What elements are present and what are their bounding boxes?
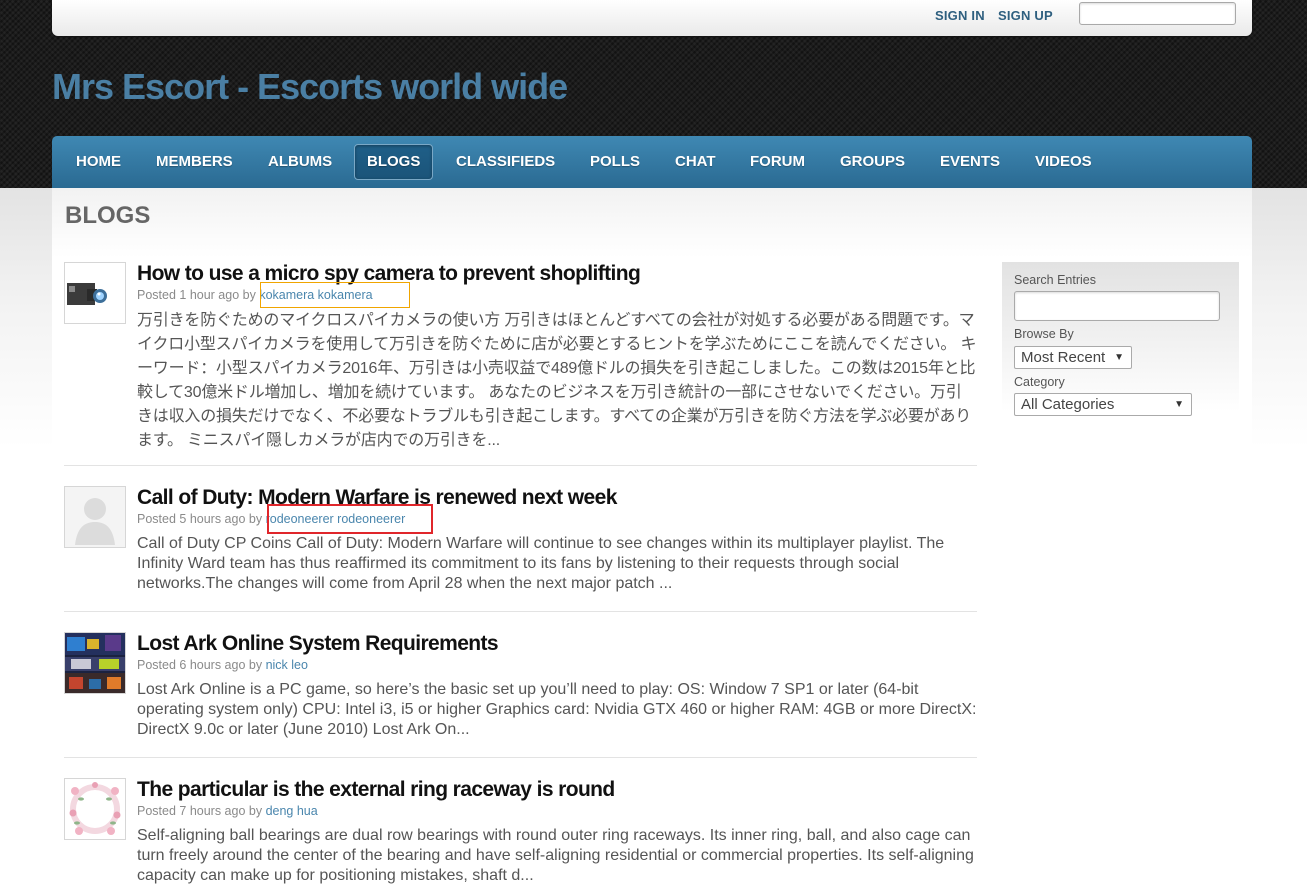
page-title: BLOGS: [65, 202, 151, 229]
blog-post: The particular is the external ring race…: [64, 778, 977, 885]
blog-search-sidebar: Search Entries Browse By Most Recent ▼ C…: [1002, 262, 1239, 416]
top-bar: SIGN IN SIGN UP: [52, 0, 1252, 36]
post-excerpt: Lost Ark Online is a PC game, so here’s …: [137, 681, 977, 738]
browse-by-label: Browse By: [1014, 327, 1074, 341]
nav-item-videos[interactable]: VIDEOS: [1023, 144, 1104, 180]
post-date: Posted 6 hours ago by: [137, 658, 263, 672]
camera-image: [65, 263, 125, 323]
dropdown-caret-icon: ▼: [1114, 352, 1124, 363]
post-title[interactable]: The particular is the external ring race…: [137, 778, 615, 802]
nav-item-blogs[interactable]: BLOGS: [354, 144, 434, 180]
post-meta: Posted 7 hours ago by deng hua: [137, 804, 318, 818]
post-excerpt: 万引きを防ぐためのマイクロスパイカメラの使い方 万引きはほとんどすべての会社が対…: [137, 312, 977, 449]
category-label: Category: [1014, 375, 1065, 389]
post-meta: Posted 1 hour ago by kokamera kokamera: [137, 288, 373, 302]
post-divider: [64, 465, 977, 466]
nav-item-events[interactable]: EVENTS: [928, 144, 1012, 180]
main-nav: HOME MEMBERS ALBUMS BLOGS CLASSIFIEDS PO…: [52, 136, 1252, 188]
post-author-link[interactable]: nick leo: [266, 658, 308, 672]
nav-item-home[interactable]: HOME: [64, 144, 133, 180]
post-author-link[interactable]: kokamera kokamera: [259, 288, 372, 302]
avatar-placeholder-icon: [65, 487, 125, 547]
header-search-input[interactable]: [1079, 2, 1236, 25]
browse-by-select[interactable]: Most Recent ▼: [1014, 346, 1132, 369]
post-excerpt: Call of Duty CP Coins Call of Duty: Mode…: [137, 535, 945, 592]
post-divider: [64, 611, 977, 612]
category-value: All Categories: [1021, 396, 1115, 413]
site-title[interactable]: Mrs Escort - Escorts world wide: [52, 66, 568, 108]
game-art-thumbnail[interactable]: [64, 632, 126, 694]
nav-item-albums[interactable]: ALBUMS: [256, 144, 344, 180]
dropdown-caret-icon: ▼: [1174, 399, 1184, 410]
nav-item-members[interactable]: MEMBERS: [144, 144, 245, 180]
post-title[interactable]: How to use a micro spy camera to prevent…: [137, 262, 641, 286]
game-art-image: [65, 633, 125, 693]
blog-post: Call of Duty: Modern Warfare is renewed …: [64, 486, 977, 596]
floral-wreath-image: [65, 779, 125, 839]
category-select[interactable]: All Categories ▼: [1014, 393, 1192, 416]
nav-item-groups[interactable]: GROUPS: [828, 144, 917, 180]
nav-item-polls[interactable]: POLLS: [578, 144, 652, 180]
post-date: Posted 1 hour ago by: [137, 288, 256, 302]
search-entries-label: Search Entries: [1014, 273, 1096, 287]
post-excerpt: Self-aligning ball bearings are dual row…: [137, 827, 974, 884]
post-title[interactable]: Lost Ark Online System Requirements: [137, 632, 499, 656]
post-author-link[interactable]: rodeoneerer rodeoneerer: [266, 512, 406, 526]
post-divider: [64, 757, 977, 758]
blog-post: How to use a micro spy camera to prevent…: [64, 262, 977, 452]
nav-item-forum[interactable]: FORUM: [738, 144, 817, 180]
nav-item-chat[interactable]: CHAT: [663, 144, 728, 180]
post-meta: Posted 6 hours ago by nick leo: [137, 658, 308, 672]
search-entries-input[interactable]: [1014, 291, 1220, 321]
sign-up-link[interactable]: SIGN UP: [998, 8, 1053, 23]
post-meta: Posted 5 hours ago by rodeoneerer rodeon…: [137, 512, 405, 526]
post-title[interactable]: Call of Duty: Modern Warfare is renewed …: [137, 486, 617, 510]
post-author-link[interactable]: deng hua: [266, 804, 318, 818]
blog-post: Lost Ark Online System Requirements Post…: [64, 632, 977, 742]
browse-by-value: Most Recent: [1021, 349, 1106, 366]
post-date: Posted 5 hours ago by: [137, 512, 263, 526]
floral-wreath-thumbnail[interactable]: [64, 778, 126, 840]
camera-thumbnail[interactable]: [64, 262, 126, 324]
post-date: Posted 7 hours ago by: [137, 804, 263, 818]
sign-in-link[interactable]: SIGN IN: [935, 8, 985, 23]
nav-item-classifieds[interactable]: CLASSIFIEDS: [444, 144, 567, 180]
default-avatar-thumbnail[interactable]: [64, 486, 126, 548]
